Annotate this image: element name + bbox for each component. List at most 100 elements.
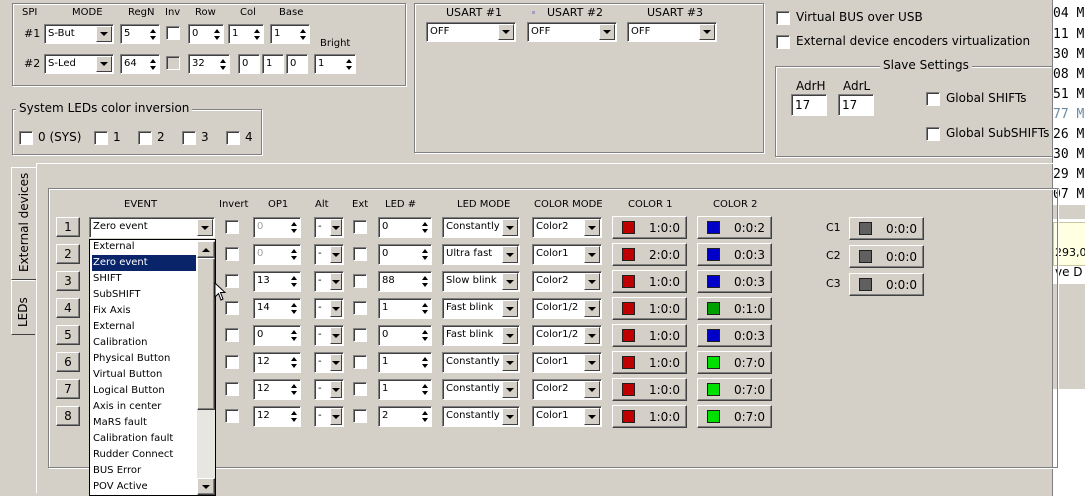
row-number-button[interactable]: 7 <box>56 379 80 399</box>
led-number-spin[interactable]: 1 <box>378 379 432 400</box>
invert-checkbox[interactable] <box>225 301 239 315</box>
invert-checkbox[interactable] <box>225 220 239 234</box>
global-shifts-checkbox[interactable] <box>926 92 940 106</box>
color-mode-select[interactable]: Color1 <box>532 244 602 265</box>
color1-button[interactable]: 1:0:0 <box>612 324 687 347</box>
color1-button[interactable]: 1:0:0 <box>612 351 687 374</box>
event-option[interactable]: External <box>92 239 196 255</box>
led-number-spin[interactable]: 1 <box>378 298 432 319</box>
usart1-select[interactable]: OFF <box>426 22 516 42</box>
event-option[interactable]: MaRS fault <box>92 415 196 431</box>
event-option[interactable]: POV Active <box>92 479 196 495</box>
event-option[interactable]: Axis in center <box>92 399 196 415</box>
scroll-down-button[interactable] <box>197 478 215 495</box>
alt-select[interactable]: - <box>314 244 344 265</box>
event-option[interactable]: Calibration fault <box>92 431 196 447</box>
color2-button[interactable]: 0:0:3 <box>697 270 772 293</box>
alt-select[interactable]: - <box>314 352 344 373</box>
spi2-bright-spin[interactable]: 1 <box>314 54 356 74</box>
color-mode-select[interactable]: Color2 <box>532 271 602 292</box>
spi2-row-spin[interactable]: 32 <box>188 54 230 74</box>
op1-spin[interactable]: 12 <box>253 379 301 400</box>
event-option[interactable]: Virtual Button <box>92 367 196 383</box>
led-mode-select[interactable]: Constantly <box>442 352 520 373</box>
spi2-inv-checkbox[interactable] <box>166 56 180 70</box>
event-option[interactable]: Logical Button <box>92 383 196 399</box>
row-number-button[interactable]: 3 <box>56 271 80 291</box>
alt-select[interactable]: - <box>314 298 344 319</box>
spi2-field3[interactable]: 0 <box>286 54 308 74</box>
spi1-base-spin[interactable]: 1 <box>270 24 310 44</box>
alt-select[interactable]: - <box>314 271 344 292</box>
alt-select[interactable]: - <box>314 406 344 427</box>
row-number-button[interactable]: 1 <box>56 217 80 237</box>
sysled1-checkbox[interactable] <box>94 131 108 145</box>
color2-button[interactable]: 0:0:2 <box>697 216 772 239</box>
led-number-spin[interactable]: 0 <box>378 244 432 265</box>
spi2-field2[interactable]: 1 <box>262 54 284 74</box>
adrh-input[interactable]: 17 <box>791 94 827 116</box>
led-mode-select[interactable]: Fast blink <box>442 298 520 319</box>
led-number-spin[interactable]: 1 <box>378 352 432 373</box>
c-color-button[interactable]: 0:0:0 <box>849 245 924 268</box>
event-option[interactable]: BUS Error <box>92 463 196 479</box>
ext-checkbox[interactable] <box>353 220 367 234</box>
spi2-field1[interactable]: 0 <box>238 54 260 74</box>
c-color-button[interactable]: 0:0:0 <box>849 273 924 296</box>
spi1-col-spin[interactable]: 1 <box>228 24 264 44</box>
color-mode-select[interactable]: Color1/2 <box>532 325 602 346</box>
event-option[interactable]: External <box>92 319 196 335</box>
event-option[interactable]: Rudder Connect <box>92 447 196 463</box>
invert-checkbox[interactable] <box>225 247 239 261</box>
row-number-button[interactable]: 8 <box>56 406 80 426</box>
op1-spin[interactable]: 0 <box>253 244 301 265</box>
op1-spin[interactable]: 0 <box>253 325 301 346</box>
ext-checkbox[interactable] <box>353 301 367 315</box>
event-dropdown-list[interactable]: External Zero event SHIFT SubSHIFT Fix Axis E… <box>89 239 216 496</box>
ext-checkbox[interactable] <box>353 247 367 261</box>
ext-checkbox[interactable] <box>353 328 367 342</box>
color2-button[interactable]: 0:7:0 <box>697 351 772 374</box>
row-number-button[interactable]: 4 <box>56 298 80 318</box>
event-option[interactable]: Calibration <box>92 335 196 351</box>
spi1-inv-checkbox[interactable] <box>166 26 180 40</box>
usart3-select[interactable]: OFF <box>627 22 717 42</box>
spi2-mode-select[interactable]: S-Led <box>44 54 114 74</box>
alt-select[interactable]: - <box>314 217 344 238</box>
color2-button[interactable]: 0:1:0 <box>697 297 772 320</box>
invert-checkbox[interactable] <box>225 328 239 342</box>
color2-button[interactable]: 0:0:3 <box>697 243 772 266</box>
spi1-row-spin[interactable]: 0 <box>188 24 224 44</box>
color1-button[interactable]: 1:0:0 <box>612 270 687 293</box>
led-number-spin[interactable]: 0 <box>378 325 432 346</box>
led-mode-select[interactable]: Constantly <box>442 406 520 427</box>
color1-button[interactable]: 1:0:0 <box>612 297 687 320</box>
event-option[interactable]: Fix Axis <box>92 303 196 319</box>
ext-checkbox[interactable] <box>353 274 367 288</box>
color1-button[interactable]: 1:0:0 <box>612 216 687 239</box>
color-mode-select[interactable]: Color1 <box>532 406 602 427</box>
tab-leds[interactable]: LEDs <box>11 280 35 335</box>
dropdown-scrollbar[interactable] <box>197 241 215 495</box>
sysled4-checkbox[interactable] <box>226 131 240 145</box>
row-number-button[interactable]: 6 <box>56 352 80 372</box>
encoders-virt-checkbox[interactable] <box>776 35 790 49</box>
spi1-regn-spin[interactable]: 5 <box>120 24 160 44</box>
led-number-spin[interactable]: 88 <box>378 271 432 292</box>
alt-select[interactable]: - <box>314 325 344 346</box>
color-mode-select[interactable]: Color1/2 <box>532 298 602 319</box>
ext-checkbox[interactable] <box>353 382 367 396</box>
op1-spin[interactable]: 12 <box>253 406 301 427</box>
row-number-button[interactable]: 2 <box>56 244 80 264</box>
color1-button[interactable]: 2:0:0 <box>612 243 687 266</box>
invert-checkbox[interactable] <box>225 355 239 369</box>
led-number-spin[interactable]: 0 <box>378 217 432 238</box>
led-mode-select[interactable]: Constantly <box>442 379 520 400</box>
led-mode-select[interactable]: Fast blink <box>442 325 520 346</box>
led-mode-select[interactable]: Constantly <box>442 217 520 238</box>
global-subshifts-checkbox[interactable] <box>926 127 940 141</box>
invert-checkbox[interactable] <box>225 409 239 423</box>
event-select[interactable]: Zero event <box>89 217 215 238</box>
invert-checkbox[interactable] <box>225 382 239 396</box>
color-mode-select[interactable]: Color1 <box>532 352 602 373</box>
